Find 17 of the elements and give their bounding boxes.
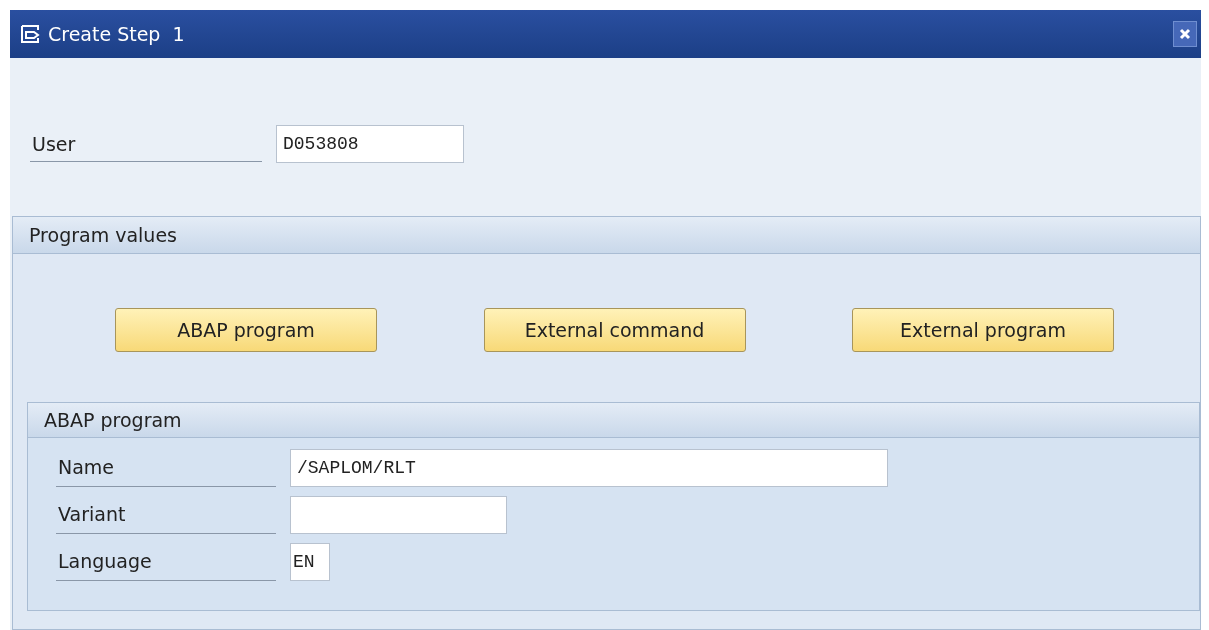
- field-label: Language: [56, 542, 276, 581]
- push-button[interactable]: External command: [483, 308, 746, 352]
- field-label: User: [30, 126, 262, 162]
- field-label: Name: [56, 448, 276, 487]
- group-title: ABAP program: [28, 403, 1199, 438]
- edit-document-icon: [20, 24, 42, 44]
- input-field[interactable]: /SAPLOM/RLT: [290, 449, 888, 487]
- close-button[interactable]: [1173, 21, 1197, 47]
- window-title: Create Step 1: [48, 23, 185, 45]
- group-title: Program values: [13, 217, 1200, 254]
- push-button[interactable]: External program: [852, 308, 1114, 352]
- field-label: Variant: [56, 495, 276, 534]
- input-field[interactable]: D053808: [276, 125, 464, 163]
- push-button[interactable]: ABAP program: [115, 308, 377, 352]
- close-icon: [1178, 27, 1192, 41]
- input-field[interactable]: [290, 496, 507, 534]
- input-field[interactable]: EN: [290, 543, 330, 581]
